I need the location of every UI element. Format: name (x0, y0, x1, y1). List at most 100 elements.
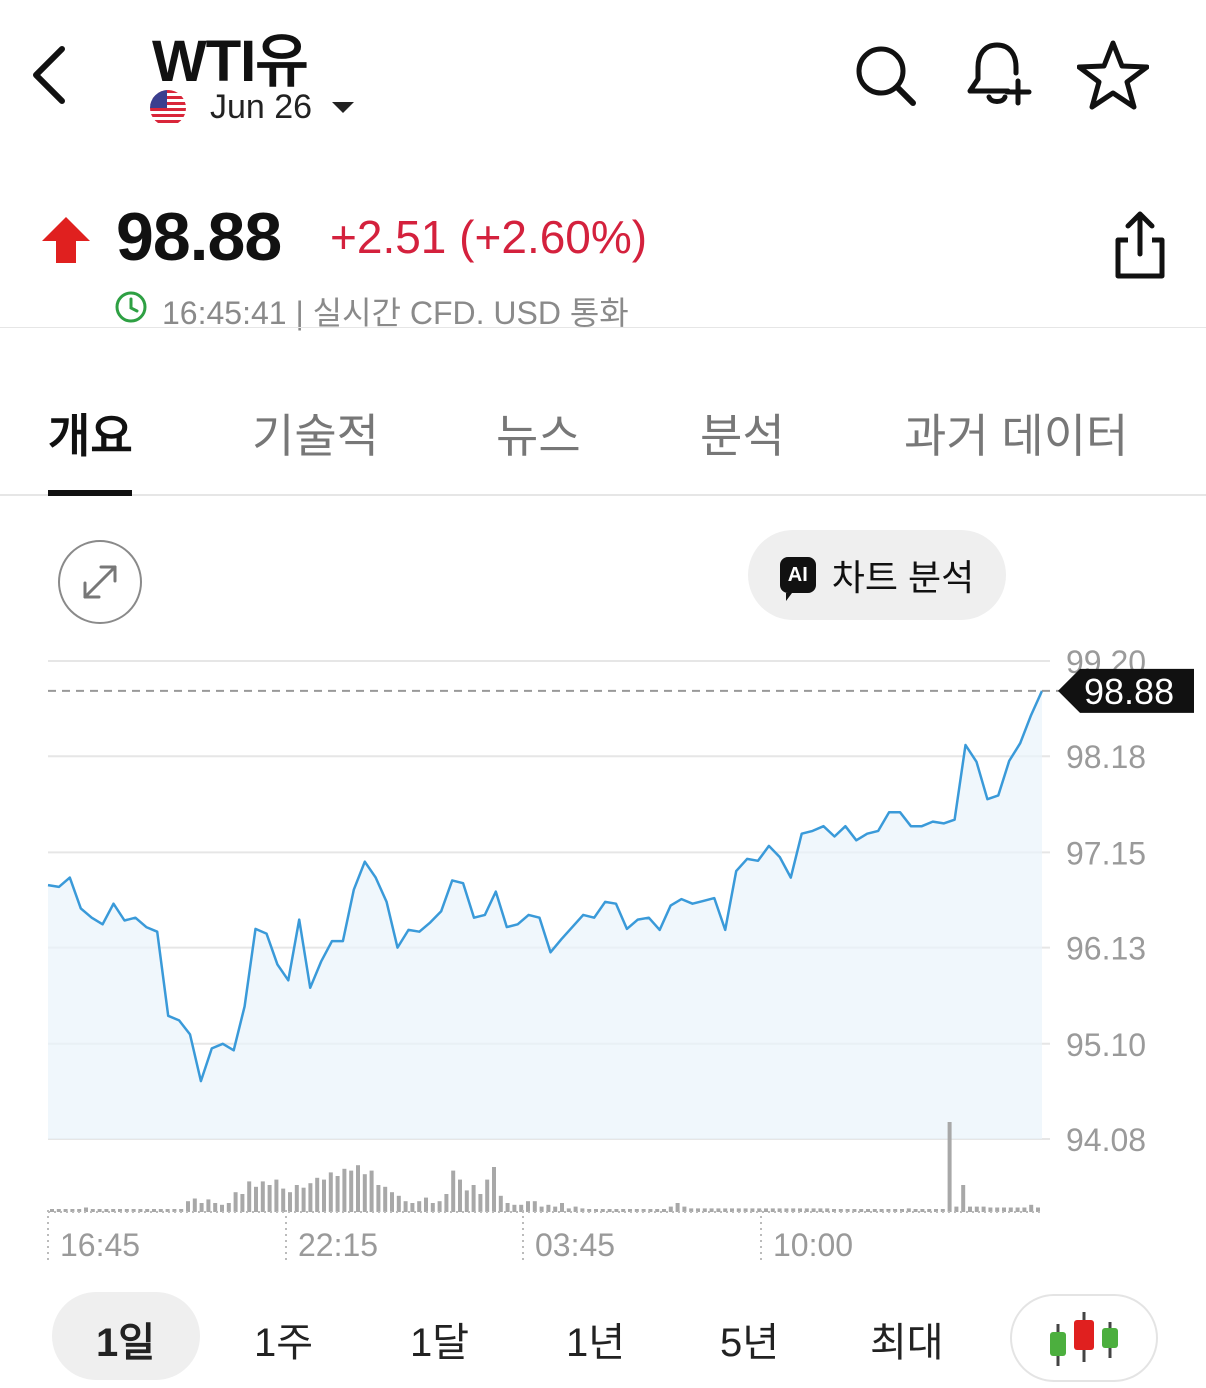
range-max[interactable]: 최대 (870, 1310, 944, 1368)
volume-bar (471, 1185, 476, 1212)
instrument-title: WTI유 (152, 29, 309, 94)
volume-bar (614, 1209, 619, 1212)
volume-bar (396, 1195, 401, 1212)
volume-bar (349, 1170, 354, 1212)
y-tick-label: 96.13 (1066, 931, 1146, 967)
volume-bar (152, 1209, 156, 1212)
price-area (48, 690, 1042, 1139)
volume-bar (213, 1203, 218, 1212)
volume-bar (186, 1201, 190, 1212)
volume-bar (512, 1204, 517, 1212)
volume-bar (281, 1188, 286, 1212)
x-tick-label: 10:00 (773, 1227, 853, 1260)
contract-selector[interactable]: Jun 26 (210, 88, 312, 127)
back-button[interactable] (18, 40, 78, 110)
tab-technical[interactable]: 기술적 (252, 400, 379, 466)
volume-bar (811, 1208, 816, 1212)
volume-bar (498, 1195, 503, 1212)
volume-bar (342, 1168, 347, 1212)
up-arrow-icon (42, 217, 90, 263)
volume-bar (301, 1187, 306, 1212)
volume-bar (464, 1190, 469, 1212)
star-icon (1077, 40, 1149, 110)
volume-bar (315, 1177, 320, 1212)
volume-bar (267, 1185, 272, 1212)
y-tick-label: 95.10 (1066, 1027, 1146, 1063)
candlestick-icon (1050, 1312, 1118, 1366)
favorite-button[interactable] (1076, 38, 1150, 112)
volume-bar (410, 1203, 415, 1212)
volume-bar (913, 1209, 918, 1212)
volume-bar (390, 1192, 394, 1212)
y-tick-label: 97.15 (1066, 835, 1146, 871)
volume-bar (376, 1185, 381, 1212)
price-chart[interactable]: 99.2098.1897.1596.1395.1094.0898.8816:45… (0, 640, 1206, 1260)
volume-bar (294, 1185, 299, 1212)
volume-bar (192, 1198, 197, 1212)
volume-bar (532, 1201, 537, 1212)
volume-bar (220, 1204, 224, 1212)
volume-bar (362, 1174, 367, 1212)
volume-bar (968, 1206, 972, 1212)
chevron-down-icon[interactable] (332, 102, 354, 113)
tab-analysis[interactable]: 분석 (700, 400, 785, 466)
clock-icon (115, 291, 147, 323)
volume-bar (662, 1209, 666, 1212)
volume-bar (233, 1192, 238, 1212)
volume-bar (240, 1194, 245, 1212)
range-1m[interactable]: 1달 (410, 1310, 469, 1368)
tab-historical-data[interactable]: 과거 데이터 (904, 400, 1128, 466)
volume-bar (444, 1194, 449, 1212)
ai-chat-icon: AI (779, 557, 816, 601)
volume-bar (97, 1209, 102, 1212)
range-5y[interactable]: 5년 (720, 1310, 779, 1368)
volume-bar (403, 1201, 408, 1212)
divider (0, 327, 1206, 328)
volume-bar (383, 1186, 388, 1212)
range-1d[interactable]: 1일 (96, 1310, 155, 1368)
volume-bar (818, 1208, 823, 1212)
volume-bar (709, 1208, 714, 1212)
volume-bar (560, 1203, 564, 1212)
volume-bar (356, 1165, 360, 1212)
volume-bar (206, 1199, 211, 1212)
volume-bar (920, 1209, 925, 1212)
volume-bar (274, 1179, 279, 1212)
volume-bar (369, 1170, 374, 1212)
share-icon (1115, 211, 1165, 279)
share-button[interactable] (1108, 208, 1172, 282)
current-price-label: 98.88 (1084, 671, 1174, 712)
volume-bar (961, 1185, 966, 1212)
volume-bar (716, 1208, 721, 1212)
search-icon (856, 46, 916, 106)
volume-bar (1022, 1207, 1027, 1212)
volume-bar (417, 1201, 422, 1212)
active-tab-indicator (48, 490, 132, 496)
volume-bar (451, 1170, 456, 1212)
volume-bar (247, 1181, 252, 1212)
tab-news[interactable]: 뉴스 (496, 400, 581, 466)
volume-bar (104, 1209, 109, 1212)
range-1y[interactable]: 1년 (566, 1310, 625, 1368)
back-icon (33, 46, 65, 104)
volume-bar (764, 1208, 768, 1212)
volume-bar (430, 1203, 435, 1212)
y-tick-label: 94.08 (1066, 1122, 1146, 1158)
volume-bar (485, 1179, 490, 1212)
chart-type-button[interactable] (1010, 1294, 1158, 1382)
fullscreen-button[interactable] (58, 540, 142, 624)
volume-bar (226, 1203, 231, 1212)
volume-bar (328, 1172, 333, 1212)
volume-bar (424, 1197, 428, 1212)
volume-bar (1015, 1207, 1020, 1212)
volume-bar (526, 1201, 530, 1212)
range-1w[interactable]: 1주 (254, 1310, 313, 1368)
bell-plus-icon (967, 42, 1032, 106)
search-button[interactable] (850, 40, 920, 110)
ai-chart-analysis-button[interactable]: AI 차트 분석 (748, 530, 1006, 620)
alert-add-button[interactable] (962, 38, 1034, 110)
tab-overview[interactable]: 개요 (48, 400, 133, 466)
tabs-divider (0, 494, 1206, 496)
x-tick-label: 03:45 (535, 1227, 615, 1260)
volume-bar (437, 1201, 442, 1212)
